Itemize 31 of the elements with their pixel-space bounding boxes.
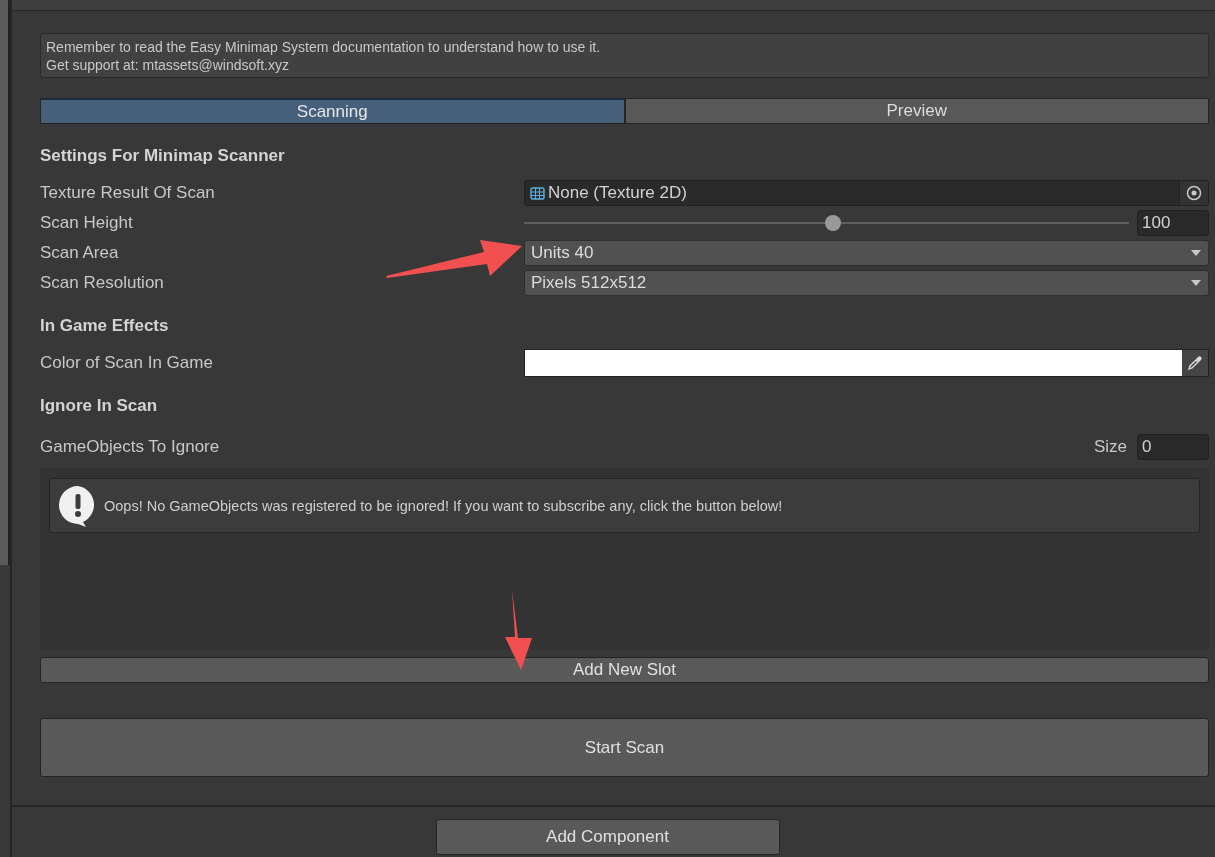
tab[interactable]: Scanning: [40, 98, 625, 124]
field-label: Scan Area: [40, 243, 120, 263]
texture-field[interactable]: None (Texture 2D): [524, 180, 1209, 206]
dropdown[interactable]: Pixels 512x512: [524, 270, 1209, 296]
add-slot-button[interactable]: Add New Slot: [40, 657, 1209, 683]
help-text: Get support at: mtassets@windsoft.xyz: [46, 56, 290, 74]
section-title: Settings For Minimap Scanner: [40, 146, 286, 166]
field-label: Scan Resolution: [40, 273, 165, 293]
section-title: In Game Effects: [40, 316, 170, 336]
help-text: Remember to read the Easy Minimap System documentation to understand how to use it.: [46, 38, 602, 56]
dropdown-caret-icon: [1190, 249, 1202, 257]
field-label: Texture Result Of Scan: [40, 183, 216, 203]
color-swatch[interactable]: [525, 350, 1182, 376]
dropdown[interactable]: Units 40: [524, 240, 1209, 266]
slider-thumb[interactable]: [824, 215, 841, 231]
number-field[interactable]: 100: [1137, 210, 1209, 236]
size-label: Size: [1093, 437, 1127, 457]
tab[interactable]: Preview: [624, 98, 1209, 124]
field-label: Scan Height: [40, 213, 134, 233]
dropdown-caret-icon: [1190, 279, 1202, 287]
texture-icon: [530, 186, 545, 200]
warning-text: Oops! No GameObjects was registered to be ignored! If you want to subscribe any, click the button below!: [104, 497, 783, 514]
scrollbar[interactable]: [0, 0, 10, 565]
target-icon[interactable]: [1186, 185, 1202, 201]
eyedropper-icon[interactable]: [1187, 355, 1203, 371]
section-title: Ignore In Scan: [40, 396, 159, 416]
start-scan-button[interactable]: Start Scan: [40, 718, 1209, 777]
list-label: GameObjects To Ignore: [40, 437, 220, 457]
field-label: Color of Scan In Game: [40, 353, 214, 373]
size-field[interactable]: 0: [1137, 434, 1209, 460]
add-component-button[interactable]: Add Component: [435, 819, 780, 855]
